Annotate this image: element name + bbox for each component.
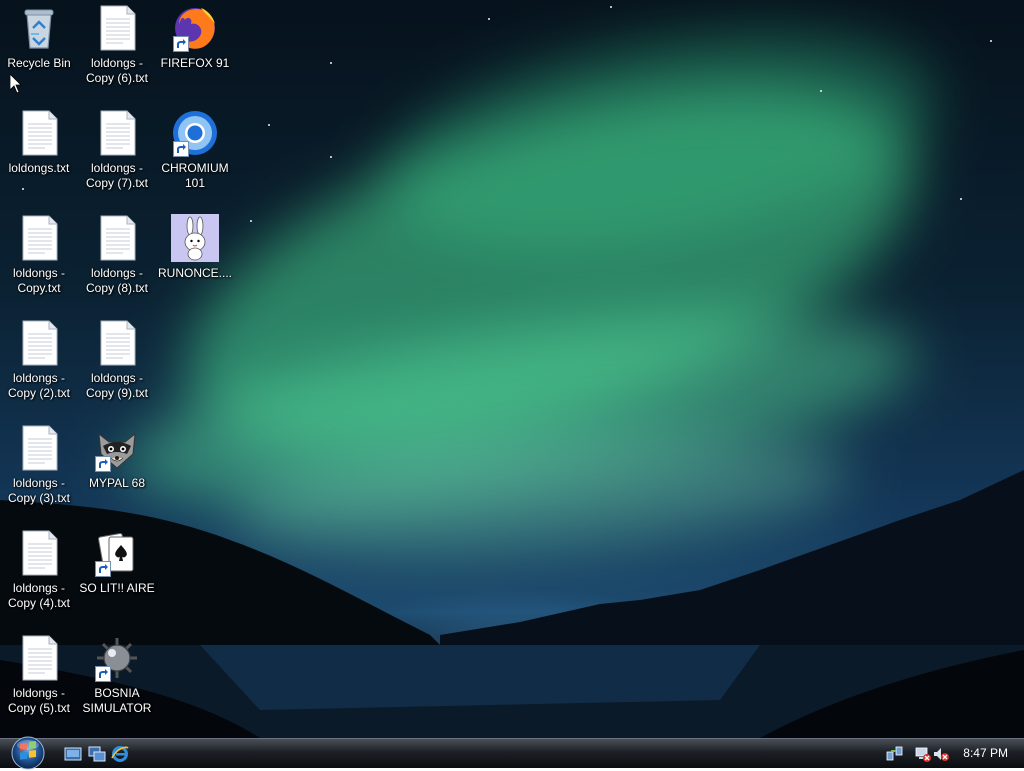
desktop-icon-label: SO LIT!! AIRE xyxy=(79,581,155,595)
solitaire-icon xyxy=(93,529,141,577)
desktop-icon[interactable]: MYPAL 68 xyxy=(78,422,156,491)
desktop-icon[interactable]: loldongs - Copy (5).txt xyxy=(0,632,78,716)
desktop-icon-label: loldongs - Copy (5).txt xyxy=(7,686,70,715)
clock[interactable]: 8:47 PM xyxy=(963,746,1008,760)
desktop-icon[interactable]: loldongs - Copy (8).txt xyxy=(78,212,156,296)
desktop-icon-label: RUNONCE.... xyxy=(157,266,232,280)
desktop-icon[interactable]: loldongs - Copy (7).txt xyxy=(78,107,156,191)
shortcut-arrow-icon xyxy=(95,561,111,577)
desktop-icon[interactable]: loldongs.txt xyxy=(0,107,78,176)
shortcut-arrow-icon xyxy=(95,456,111,472)
desktop-icon[interactable]: SO LIT!! AIRE xyxy=(78,527,156,596)
desktop-icon-label: loldongs - Copy.txt xyxy=(12,266,66,295)
text-file-icon xyxy=(93,4,141,52)
desktop-icon-label: loldongs - Copy (6).txt xyxy=(85,56,148,85)
start-orb-icon[interactable] xyxy=(7,735,49,771)
desktop-icon[interactable]: loldongs - Copy (6).txt xyxy=(78,2,156,86)
bunny-icon xyxy=(171,214,219,262)
desktop-icon[interactable]: loldongs - Copy (3).txt xyxy=(0,422,78,506)
text-file-icon xyxy=(15,319,63,367)
text-file-icon xyxy=(93,214,141,262)
text-file-icon xyxy=(93,319,141,367)
text-file-icon xyxy=(15,424,63,472)
volume-muted-icon[interactable] xyxy=(932,745,950,763)
text-file-icon xyxy=(15,214,63,262)
desktop-icon[interactable]: RUNONCE.... xyxy=(156,212,234,281)
desktop-icon[interactable]: loldongs - Copy.txt xyxy=(0,212,78,296)
desktop-icon[interactable]: loldongs - Copy (4).txt xyxy=(0,527,78,611)
minesweeper-icon xyxy=(93,634,141,682)
system-tray: 8:47 PM xyxy=(884,739,1024,768)
raccoon-icon xyxy=(93,424,141,472)
text-file-icon xyxy=(15,109,63,157)
desktop-icon-label: loldongs - Copy (7).txt xyxy=(85,161,148,190)
shortcut-arrow-icon xyxy=(173,36,189,52)
shortcut-arrow-icon xyxy=(173,141,189,157)
desktop-icon-label: FIREFOX 91 xyxy=(160,56,230,70)
desktop-icon-label: loldongs - Copy (2).txt xyxy=(7,371,70,400)
show-desktop-icon[interactable] xyxy=(64,745,82,763)
desktop-icon[interactable]: Recycle Bin xyxy=(0,2,78,71)
desktop-icon-label: loldongs - Copy (9).txt xyxy=(85,371,148,400)
desktop-icon-label: loldongs - Copy (8).txt xyxy=(85,266,148,295)
network-disconnected-icon[interactable] xyxy=(914,745,932,763)
internet-explorer-icon[interactable] xyxy=(111,745,129,763)
recycle-bin-icon xyxy=(15,4,63,52)
desktop-icon[interactable]: loldongs - Copy (2).txt xyxy=(0,317,78,401)
desktop-icon-label: loldongs - Copy (3).txt xyxy=(7,476,70,505)
desktop-icon[interactable]: loldongs - Copy (9).txt xyxy=(78,317,156,401)
desktop-icon[interactable]: FIREFOX 91 xyxy=(156,2,234,71)
desktop-icon-label: Recycle Bin xyxy=(7,56,71,70)
desktop-icon-label: CHROMIUM 101 xyxy=(161,161,229,190)
text-file-icon xyxy=(15,529,63,577)
desktop-icon[interactable]: BOSNIA SIMULATOR xyxy=(78,632,156,716)
chromium-icon xyxy=(171,109,219,157)
desktop-icon-label: loldongs.txt xyxy=(8,161,70,175)
text-file-icon xyxy=(15,634,63,682)
switch-windows-icon[interactable] xyxy=(88,745,106,763)
desktop-icon-label: BOSNIA SIMULATOR xyxy=(82,686,152,715)
network-icon[interactable] xyxy=(886,745,904,763)
shortcut-arrow-icon xyxy=(95,666,111,682)
desktop-icon-label: loldongs - Copy (4).txt xyxy=(7,581,70,610)
desktop-icon-label: MYPAL 68 xyxy=(88,476,146,490)
desktop[interactable]: Recycle Bin loldongs - Copy (6).txt FIREFO… xyxy=(0,0,1024,738)
text-file-icon xyxy=(93,109,141,157)
mouse-cursor-icon xyxy=(10,74,22,94)
taskbar: 8:47 PM xyxy=(0,735,1024,771)
desktop-icon[interactable]: CHROMIUM 101 xyxy=(156,107,234,191)
firefox-icon xyxy=(171,4,219,52)
